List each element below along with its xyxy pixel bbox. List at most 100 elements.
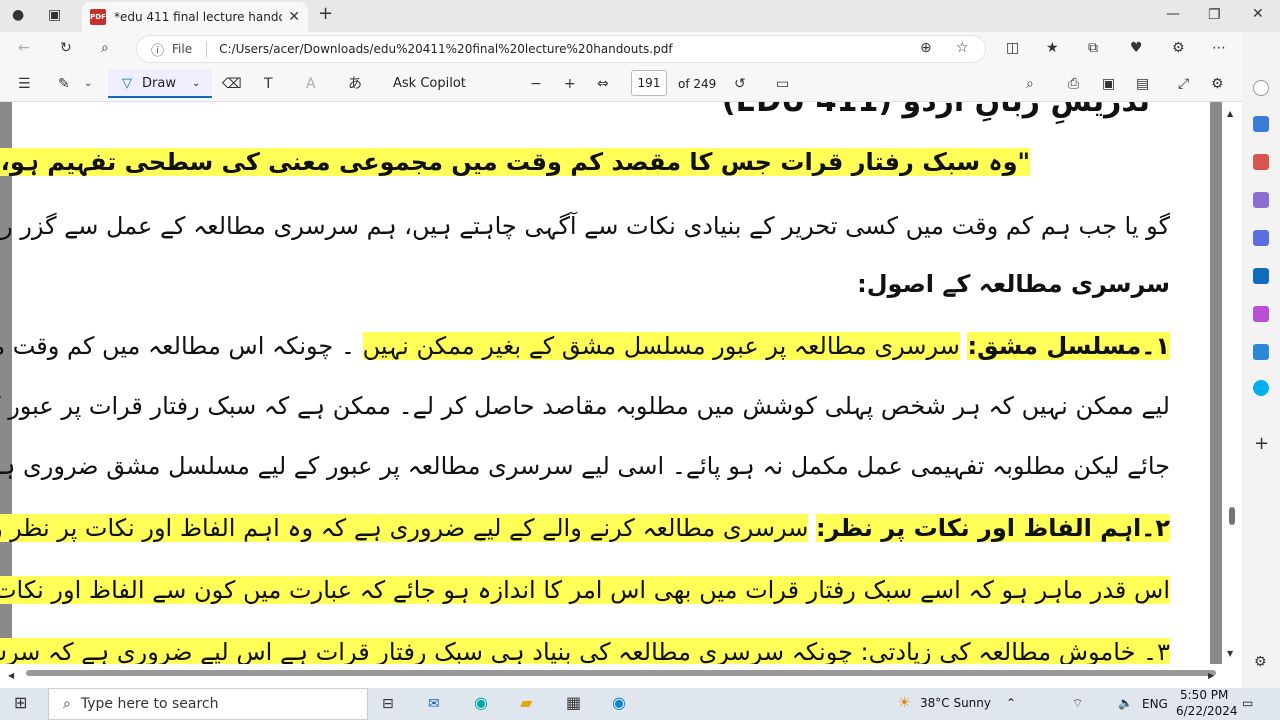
refresh-icon[interactable]: ↻: [60, 40, 72, 56]
favorite-star-icon[interactable]: ☆: [956, 40, 969, 56]
task-view-icon[interactable]: ⊟: [382, 696, 394, 712]
briefcase-icon[interactable]: [1253, 154, 1269, 170]
save-icon[interactable]: ▣: [1102, 76, 1115, 92]
scroll-down-icon[interactable]: ▼: [1227, 646, 1233, 662]
add-icon[interactable]: +: [1254, 435, 1269, 453]
zoom-out-icon[interactable]: −: [530, 76, 542, 92]
language-indicator[interactable]: ENG: [1142, 697, 1168, 711]
divider: [206, 41, 208, 57]
principle-2-line2: اس قدر ماہر ہو کہ اسے سبک رفتار قرات میں…: [0, 576, 1170, 604]
read-aloud-icon[interactable]: A: [306, 76, 316, 92]
search-icon[interactable]: [1253, 80, 1269, 96]
store-icon[interactable]: ▦: [566, 695, 581, 711]
tab-actions-icon[interactable]: ▣: [48, 7, 61, 23]
file-explorer-icon[interactable]: ▰: [520, 695, 532, 711]
page-header: تدریسِ زبانِ اردو (EDU 411): [722, 102, 1150, 119]
paragraph-line: اس قدر ماہر ہو کہ اسے سبک رفتار قرات میں…: [0, 576, 1170, 604]
close-window-icon[interactable]: ✕: [1252, 6, 1264, 22]
profile-icon[interactable]: ●: [12, 7, 24, 23]
ask-copilot-button[interactable]: Ask Copilot: [393, 76, 466, 91]
pdf-toolbar: ☰ ✎ ⌄ ▽ Draw ⌄ ⌫ T A あ Ask Copilot − + ⇔…: [0, 66, 1280, 102]
eraser-icon[interactable]: ⌫: [222, 76, 242, 92]
horizontal-scroll-thumb[interactable]: [26, 670, 1216, 676]
vertical-scrollbar[interactable]: ▲ ▼: [1222, 102, 1242, 664]
clock-time[interactable]: 5:50 PM: [1180, 688, 1228, 702]
section-heading: سرسری مطالعہ کے اصول:: [857, 270, 1170, 298]
weather-icon[interactable]: ☀: [898, 695, 911, 711]
clock-date[interactable]: 6/22/2024: [1176, 704, 1238, 718]
principle-1-highlight: سرسری مطالعہ پر عبور مسلسل مشق کے بغیر م…: [362, 332, 960, 360]
principle-3-line: ۳۔ خاموش مطالعہ کی زیادتی: چونکہ سرسری م…: [0, 638, 1170, 664]
active-tab[interactable]: PDF *edu 411 final lecture handouts.pdf …: [82, 2, 308, 32]
principle-1-line: ۱۔مسلسل مشق: سرسری مطالعہ پر عبور مسلسل …: [0, 332, 1170, 360]
scroll-up-icon[interactable]: ▲: [1227, 106, 1233, 122]
edge-active-icon[interactable]: ◉: [612, 695, 626, 711]
page-number-input[interactable]: 191: [631, 70, 667, 96]
tray-overflow-icon[interactable]: ⌃: [1006, 696, 1016, 710]
scroll-right-icon[interactable]: ▶: [1208, 668, 1214, 684]
title-bar: ● ▣ PDF *edu 411 final lecture handouts.…: [0, 0, 1280, 32]
scroll-left-icon[interactable]: ◀: [8, 668, 14, 684]
weather-text[interactable]: 38°C Sunny: [920, 696, 991, 710]
edge-app-icon[interactable]: ◉: [474, 695, 488, 711]
more-options-icon[interactable]: ⋯: [1212, 40, 1226, 56]
copilot-app-icon[interactable]: [1253, 230, 1269, 246]
close-tab-icon[interactable]: ✕: [288, 9, 300, 25]
tab-title: *edu 411 final lecture handouts.pdf: [114, 10, 283, 24]
taskbar-search[interactable]: ⌕ Type here to search: [48, 688, 368, 720]
sidebar-settings-icon[interactable]: ⚙: [1254, 654, 1267, 670]
save-as-icon[interactable]: ▤: [1136, 76, 1149, 92]
outlook-icon[interactable]: [1253, 268, 1269, 284]
info-icon[interactable]: ⓘ: [151, 40, 164, 59]
maximize-icon[interactable]: ❐: [1208, 7, 1221, 23]
print-icon[interactable]: ⎙: [1068, 76, 1079, 92]
highlight-icon[interactable]: ✎: [58, 76, 70, 92]
principle-2-text: سرسری مطالعہ کرنے والے کے لیے ضروری ہے ک…: [0, 514, 809, 542]
rotate-icon[interactable]: ↺: [734, 76, 746, 92]
mail-icon[interactable]: ✉: [428, 696, 440, 712]
chevron-down-icon[interactable]: ⌄: [192, 78, 200, 89]
games-icon[interactable]: [1253, 192, 1269, 208]
pen-icon: ▽: [122, 75, 132, 91]
zoom-in-icon[interactable]: +: [564, 76, 576, 92]
notifications-icon[interactable]: ▭: [1242, 696, 1253, 710]
chevron-down-icon[interactable]: ⌄: [84, 76, 92, 92]
send-icon[interactable]: [1253, 344, 1269, 360]
horizontal-scrollbar[interactable]: ◀ ▶: [0, 664, 1242, 688]
fullscreen-icon[interactable]: ⤢: [1178, 76, 1189, 92]
url-text[interactable]: C:/Users/acer/Downloads/edu%20411%20fina…: [219, 42, 672, 56]
wifi-icon[interactable]: ⌔: [1072, 696, 1083, 711]
taskbar: ⊞ ⌕ Type here to search ⊟ ✉ ◉ ▰ ▦ ◉ ☀ 38…: [0, 688, 1280, 720]
url-bar[interactable]: ⓘ File C:/Users/acer/Downloads/edu%20411…: [136, 35, 986, 63]
find-icon[interactable]: ⌕: [1026, 76, 1034, 92]
extensions-icon[interactable]: ⚙: [1172, 40, 1185, 56]
collections-icon[interactable]: ⧉: [1088, 40, 1098, 56]
skype-icon[interactable]: [1253, 380, 1269, 396]
fit-page-icon[interactable]: ⇔: [597, 76, 609, 92]
browser-essentials-icon[interactable]: ♥: [1130, 40, 1143, 56]
tag-icon[interactable]: [1253, 116, 1269, 132]
pdf-viewer[interactable]: تدریسِ زبانِ اردو (EDU 411) "وہ سبک رفتا…: [0, 102, 1222, 664]
vertical-scroll-thumb[interactable]: [1229, 507, 1235, 525]
volume-icon[interactable]: 🔈: [1118, 696, 1133, 710]
zoom-icon[interactable]: ⊕: [920, 40, 932, 56]
principle-3-text: ۳۔ خاموش مطالعہ کی زیادتی: چونکہ سرسری م…: [0, 638, 1170, 664]
search-icon[interactable]: ⌕: [101, 40, 109, 56]
contents-icon[interactable]: ☰: [18, 76, 31, 92]
text-icon[interactable]: T: [264, 76, 273, 92]
minimize-icon[interactable]: —: [1166, 6, 1180, 22]
page-view-icon[interactable]: ▭: [776, 76, 789, 92]
back-icon[interactable]: ←: [18, 40, 30, 56]
principle-2-line: ۲۔اہم الفاظ اور نکات پر نظر: سرسری مطالع…: [0, 514, 1170, 542]
draw-button[interactable]: ▽ Draw ⌄: [108, 70, 212, 98]
translate-icon[interactable]: あ: [348, 76, 362, 92]
favorites-icon[interactable]: ★: [1046, 40, 1059, 56]
settings-icon[interactable]: ⚙: [1211, 76, 1224, 92]
designer-icon[interactable]: [1253, 306, 1269, 322]
split-screen-icon[interactable]: ◫: [1006, 40, 1019, 56]
file-label: File: [172, 42, 193, 56]
quote-text: "وہ سبک رفتار قرات جس کا مقصد کم وقت میں…: [0, 148, 1030, 176]
page-total: of 249: [678, 77, 717, 91]
windows-start-icon[interactable]: ⊞: [14, 695, 27, 711]
new-tab-icon[interactable]: +: [318, 5, 333, 23]
